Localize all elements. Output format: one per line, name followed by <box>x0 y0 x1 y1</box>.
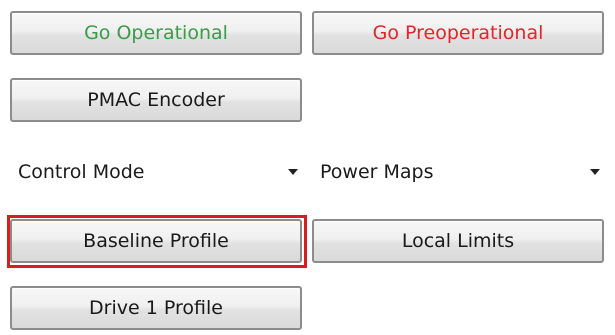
local-limits-label: Local Limits <box>401 230 515 252</box>
chevron-down-icon <box>590 169 600 175</box>
control-mode-dropdown[interactable]: Control Mode <box>18 150 302 194</box>
go-operational-button[interactable]: Go Operational <box>10 11 302 55</box>
pmac-encoder-label: PMAC Encoder <box>87 89 225 111</box>
power-maps-dropdown[interactable]: Power Maps <box>320 150 604 194</box>
drive1-profile-label: Drive 1 Profile <box>89 297 223 319</box>
go-operational-label: Go Operational <box>84 22 228 44</box>
baseline-profile-button[interactable]: Baseline Profile <box>10 219 302 263</box>
power-maps-value: Power Maps <box>320 161 434 183</box>
go-preoperational-button[interactable]: Go Preoperational <box>312 11 604 55</box>
control-mode-value: Control Mode <box>18 161 145 183</box>
chevron-down-icon <box>288 169 298 175</box>
drive1-profile-button[interactable]: Drive 1 Profile <box>10 286 302 330</box>
baseline-profile-label: Baseline Profile <box>83 230 229 252</box>
local-limits-button[interactable]: Local Limits <box>312 219 604 263</box>
pmac-encoder-button[interactable]: PMAC Encoder <box>10 78 302 122</box>
go-preoperational-label: Go Preoperational <box>372 22 544 44</box>
